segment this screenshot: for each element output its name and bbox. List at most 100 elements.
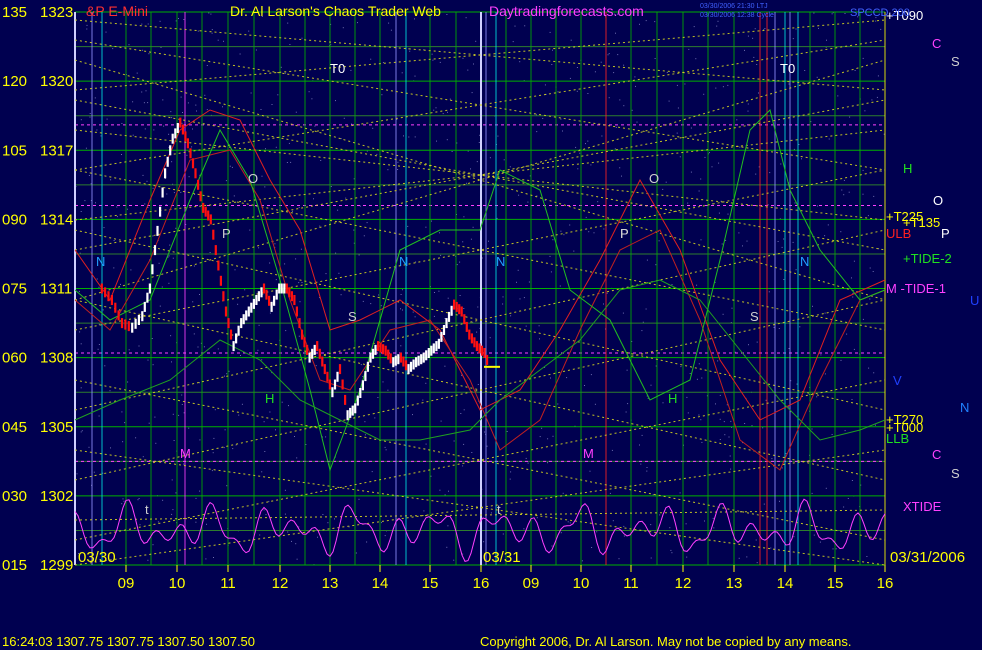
- background-dot: [536, 517, 538, 519]
- background-dot: [248, 30, 250, 32]
- price-bar: [328, 379, 331, 390]
- price-bar: [161, 187, 164, 198]
- background-dot: [172, 257, 174, 259]
- background-dot: [779, 500, 780, 502]
- price-bar: [176, 123, 179, 133]
- background-dot: [370, 303, 372, 305]
- background-dot: [170, 111, 172, 113]
- site-link[interactable]: Daytradingforecasts.com: [489, 3, 644, 19]
- x-tick-label: 10: [169, 575, 186, 592]
- background-dot: [192, 128, 193, 130]
- background-dot: [862, 169, 864, 171]
- price-bar: [306, 344, 309, 355]
- price-bar: [417, 355, 420, 366]
- background-dot: [305, 444, 307, 445]
- background-dot: [172, 413, 174, 415]
- background-dot: [444, 494, 446, 496]
- y-tick-price-label: 1311: [40, 281, 72, 298]
- background-dot: [466, 182, 468, 184]
- background-dot: [650, 524, 652, 526]
- background-dot: [145, 90, 147, 92]
- price-bar: [295, 306, 298, 317]
- background-dot: [327, 522, 329, 524]
- x-tick-label: 12: [675, 575, 692, 592]
- price-bar: [313, 344, 316, 355]
- background-dot: [525, 325, 527, 327]
- background-dot: [581, 560, 583, 562]
- background-dot: [206, 523, 207, 525]
- background-dot: [792, 38, 794, 40]
- background-dot: [618, 558, 620, 560]
- background-dot: [447, 111, 448, 113]
- y-tick-price-label: 1302: [40, 488, 73, 505]
- background-dot: [755, 539, 757, 541]
- background-dot: [690, 127, 692, 129]
- background-dot: [294, 436, 295, 437]
- background-dot: [275, 146, 277, 148]
- background-dot: [557, 403, 559, 405]
- price-bar: [214, 245, 217, 256]
- background-dot: [85, 147, 87, 149]
- price-bar: [174, 128, 177, 139]
- background-dot: [451, 151, 453, 152]
- x-tick-label: 09: [118, 575, 135, 592]
- background-dot: [746, 556, 748, 558]
- price-bar: [458, 304, 461, 315]
- background-dot: [444, 365, 446, 367]
- price-bar: [141, 311, 144, 322]
- x-tick-label: 10: [573, 575, 590, 592]
- background-dot: [832, 548, 834, 550]
- background-dot: [456, 264, 458, 266]
- background-dot: [175, 492, 177, 494]
- y-tick-osc-label: 120: [2, 73, 27, 90]
- background-dot: [696, 284, 698, 286]
- price-bar: [366, 361, 369, 372]
- price-bar: [131, 322, 134, 333]
- background-dot: [249, 229, 251, 231]
- chart-marker-label: T0: [780, 61, 795, 76]
- y-tick-osc-label: 090: [2, 211, 27, 228]
- price-bar: [110, 295, 113, 305]
- background-dot: [380, 305, 382, 307]
- background-dot: [121, 411, 123, 413]
- price-bar: [166, 156, 169, 167]
- right-annotation-label: ULB: [886, 226, 911, 241]
- background-dot: [685, 523, 687, 525]
- background-dot: [308, 91, 310, 93]
- background-dot: [261, 471, 263, 473]
- background-dot: [872, 271, 874, 272]
- y-tick-price-label: 1305: [40, 419, 73, 436]
- background-dot: [121, 154, 122, 155]
- background-dot: [105, 31, 107, 33]
- background-dot: [241, 403, 243, 405]
- background-dot: [467, 507, 469, 508]
- background-dot: [486, 445, 488, 447]
- price-bar: [250, 302, 253, 313]
- background-dot: [668, 100, 670, 102]
- background-dot: [864, 110, 866, 112]
- price-bar: [270, 301, 273, 312]
- background-dot: [315, 365, 317, 367]
- background-dot: [718, 212, 720, 214]
- background-dot: [799, 326, 801, 328]
- y-tick-osc-label: 105: [2, 142, 27, 159]
- background-dot: [590, 164, 592, 166]
- background-dot: [704, 520, 705, 522]
- y-tick-price-label: 1320: [40, 73, 73, 90]
- background-dot: [654, 21, 656, 23]
- background-dot: [88, 175, 90, 176]
- background-dot: [608, 53, 610, 55]
- background-dot: [611, 449, 613, 451]
- background-dot: [549, 255, 551, 257]
- background-dot: [717, 20, 719, 22]
- background-dot: [320, 160, 322, 161]
- background-dot: [100, 135, 102, 137]
- background-dot: [700, 239, 702, 241]
- background-dot: [781, 246, 783, 248]
- background-dot: [425, 382, 427, 384]
- background-dot: [384, 446, 386, 448]
- background-dot: [848, 191, 850, 193]
- background-dot: [655, 264, 657, 266]
- background-dot: [816, 205, 818, 207]
- background-dot: [703, 93, 705, 95]
